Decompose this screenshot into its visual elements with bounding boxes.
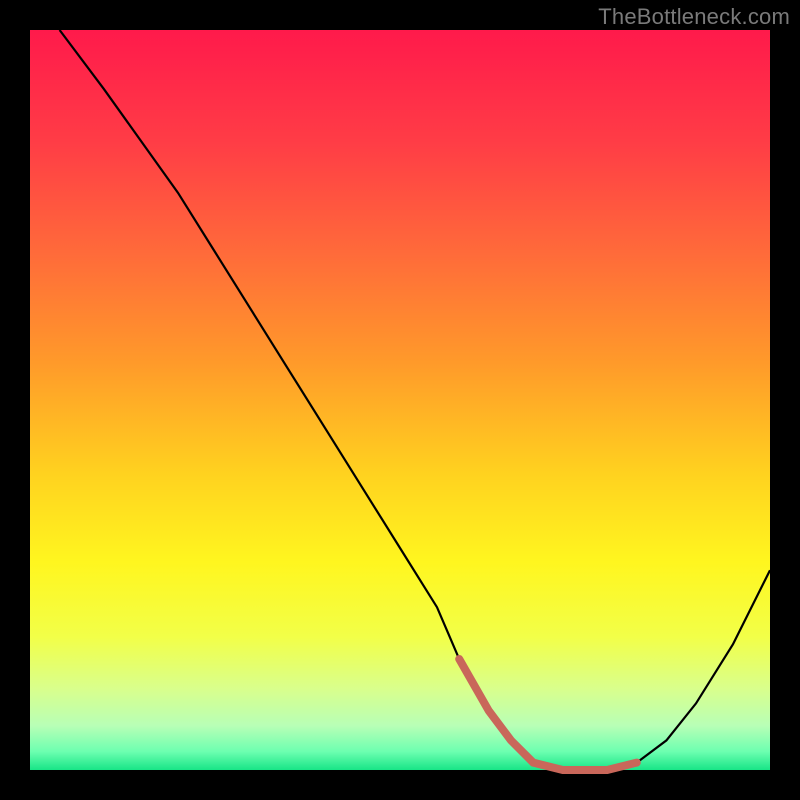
attribution-text: TheBottleneck.com: [598, 4, 790, 30]
chart-stage: TheBottleneck.com: [0, 0, 800, 800]
bottleneck-chart: [0, 0, 800, 800]
